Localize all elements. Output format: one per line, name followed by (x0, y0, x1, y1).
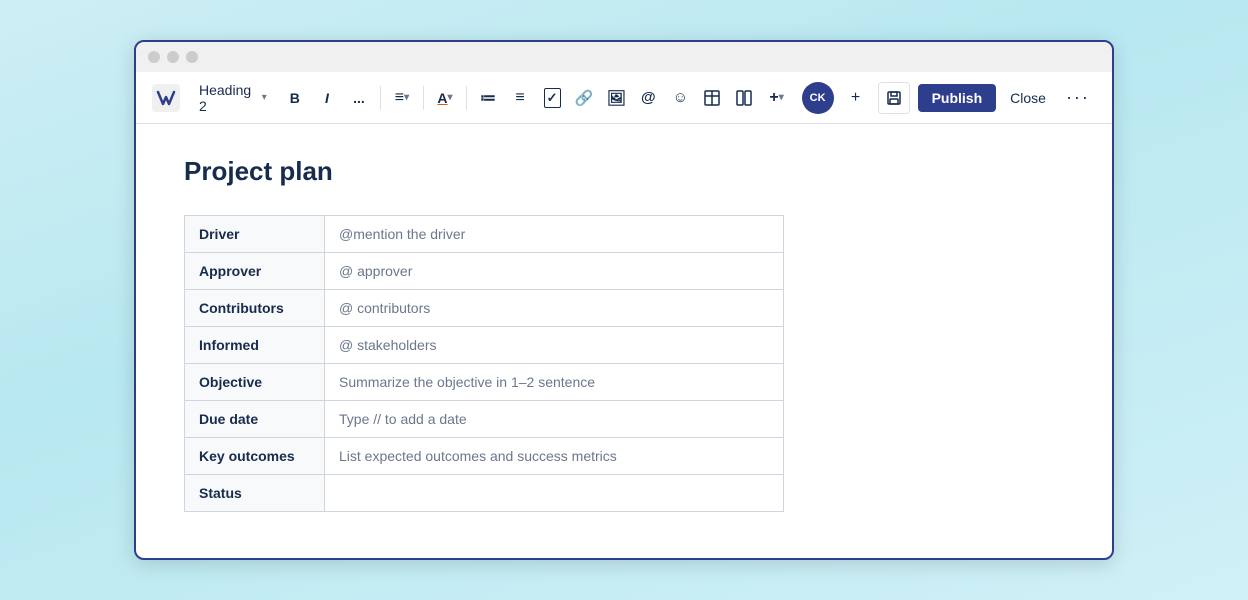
table-row: Status (185, 475, 784, 512)
ordered-list-button[interactable]: ≡ (507, 84, 533, 112)
content-area: Project plan Driver@mention the driverAp… (136, 124, 1112, 558)
heading-selector[interactable]: Heading 2 ▾ (190, 77, 276, 119)
table-label-cell[interactable]: Due date (185, 401, 325, 438)
insert-button[interactable]: + ▾ (764, 84, 790, 112)
page-title: Project plan (184, 156, 1064, 187)
task-list-button[interactable]: ✓ (539, 84, 565, 112)
close-button[interactable]: Close (1004, 86, 1052, 110)
table-row: Key outcomesList expected outcomes and s… (185, 438, 784, 475)
table-button[interactable] (699, 84, 725, 112)
table-value-cell[interactable] (325, 475, 784, 512)
table-label-cell[interactable]: Contributors (185, 290, 325, 327)
table-value-cell[interactable]: List expected outcomes and success metri… (325, 438, 784, 475)
table-label-cell[interactable]: Objective (185, 364, 325, 401)
window-dot-2 (167, 51, 179, 63)
bold-button[interactable]: B (282, 84, 308, 112)
table-label-cell[interactable]: Key outcomes (185, 438, 325, 475)
link-button[interactable]: 🔗 (571, 84, 597, 112)
columns-button[interactable] (731, 84, 757, 112)
more-options-button[interactable]: ··· (1060, 83, 1096, 112)
window-dot-3 (186, 51, 198, 63)
text-more-button[interactable]: ... (346, 84, 372, 112)
chevron-down-icon: ▾ (262, 92, 267, 103)
table-row: Contributors@ contributors (185, 290, 784, 327)
toolbar-right: CK + Publish Close ··· (802, 82, 1096, 114)
image-button[interactable]: 🖼 (603, 84, 629, 112)
avatar: CK (802, 82, 834, 114)
italic-button[interactable]: I (314, 84, 340, 112)
emoji-button[interactable]: ☺ (667, 84, 693, 112)
divider-2 (423, 86, 424, 110)
heading-label: Heading 2 (199, 82, 258, 114)
font-color-button[interactable]: A ▾ (432, 84, 458, 112)
align-button[interactable]: ≡ ▾ (389, 84, 415, 112)
table-row: Approver@ approver (185, 253, 784, 290)
add-collaborator-button[interactable]: + (842, 84, 870, 112)
table-value-cell[interactable]: Type // to add a date (325, 401, 784, 438)
window-dot-1 (148, 51, 160, 63)
table-label-cell[interactable]: Informed (185, 327, 325, 364)
table-row: Due dateType // to add a date (185, 401, 784, 438)
publish-button[interactable]: Publish (918, 84, 997, 112)
mention-button[interactable]: @ (635, 84, 661, 112)
table-row: Informed@ stakeholders (185, 327, 784, 364)
toolbar: Heading 2 ▾ B I ... ≡ ▾ A ▾ ≔ (136, 72, 1112, 124)
project-table: Driver@mention the driverApprover@ appro… (184, 215, 784, 512)
table-row: Driver@mention the driver (185, 216, 784, 253)
table-label-cell[interactable]: Driver (185, 216, 325, 253)
table-value-cell[interactable]: Summarize the objective in 1–2 sentence (325, 364, 784, 401)
editor-window: Heading 2 ▾ B I ... ≡ ▾ A ▾ ≔ (134, 40, 1114, 560)
save-button[interactable] (878, 82, 910, 114)
bullet-list-button[interactable]: ≔ (475, 84, 501, 112)
table-value-cell[interactable]: @ contributors (325, 290, 784, 327)
table-value-cell[interactable]: @mention the driver (325, 216, 784, 253)
table-value-cell[interactable]: @ stakeholders (325, 327, 784, 364)
divider-1 (380, 86, 381, 110)
table-value-cell[interactable]: @ approver (325, 253, 784, 290)
table-label-cell[interactable]: Approver (185, 253, 325, 290)
table-label-cell[interactable]: Status (185, 475, 325, 512)
divider-3 (466, 86, 467, 110)
title-bar (136, 42, 1112, 72)
logo-icon (152, 84, 180, 112)
table-row: ObjectiveSummarize the objective in 1–2 … (185, 364, 784, 401)
